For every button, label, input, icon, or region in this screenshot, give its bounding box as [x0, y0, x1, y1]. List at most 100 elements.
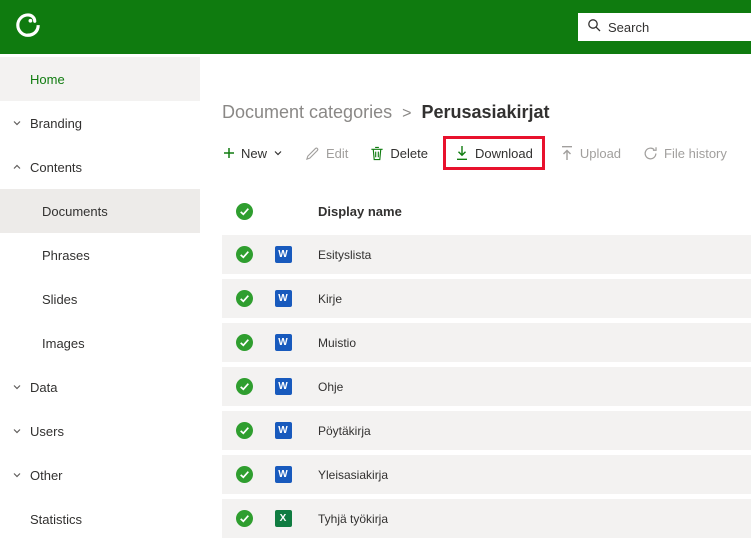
documents-table: Display name WEsityslistaWKirjeWMuistioW…: [222, 195, 751, 538]
file-history-button-label: File history: [664, 146, 727, 161]
chevron-down-icon: [12, 118, 30, 128]
table-row[interactable]: W Esityslista: [222, 235, 751, 274]
breadcrumb-separator-icon: >: [402, 105, 411, 122]
trash-icon: [370, 146, 384, 161]
column-header-display-name[interactable]: Display name: [318, 204, 402, 219]
row-selected-check-icon[interactable]: [222, 422, 266, 439]
file-display-name[interactable]: Tyhjä työkirja: [318, 512, 388, 526]
file-display-name[interactable]: Kirje: [318, 292, 342, 306]
row-selected-check-icon[interactable]: [222, 510, 266, 527]
sidebar-item-other[interactable]: Other: [0, 453, 200, 497]
main-content: Document categories > Perusasiakirjat New …: [200, 54, 751, 554]
sidebar-item-home[interactable]: Home: [0, 57, 200, 101]
edit-button-label: Edit: [326, 146, 348, 161]
sidebar-item-label: Data: [30, 380, 57, 395]
sidebar-item-label: Images: [42, 336, 85, 351]
table-row[interactable]: W Kirje: [222, 279, 751, 318]
download-button[interactable]: Download: [446, 139, 542, 167]
row-selected-check-icon[interactable]: [222, 290, 266, 307]
sidebar-item-label: Home: [30, 72, 65, 87]
sidebar-item-images[interactable]: Images: [0, 321, 200, 365]
word-file-icon-glyph: W: [275, 422, 292, 439]
table-row[interactable]: W Ohje: [222, 367, 751, 406]
sidebar-item-branding[interactable]: Branding: [0, 101, 200, 145]
search-placeholder: Search: [608, 20, 649, 35]
edit-button[interactable]: Edit: [296, 140, 357, 167]
search-icon: [587, 18, 601, 37]
file-display-name[interactable]: Muistio: [318, 336, 356, 350]
breadcrumb-parent[interactable]: Document categories: [222, 102, 392, 122]
file-display-name[interactable]: Ohje: [318, 380, 343, 394]
sidebar-item-users[interactable]: Users: [0, 409, 200, 453]
delete-button[interactable]: Delete: [361, 140, 437, 167]
upload-button[interactable]: Upload: [551, 139, 630, 167]
excel-file-icon-glyph: X: [275, 510, 292, 527]
table-row[interactable]: W Muistio: [222, 323, 751, 362]
file-history-button[interactable]: File history: [634, 140, 736, 167]
sidebar-item-label: Statistics: [30, 512, 82, 527]
sidebar-item-data[interactable]: Data: [0, 365, 200, 409]
chevron-down-icon: [12, 382, 30, 392]
word-file-icon-glyph: W: [275, 246, 292, 263]
sidebar-item-label: Contents: [30, 160, 82, 175]
sidebar-item-label: Branding: [30, 116, 82, 131]
word-file-icon-glyph: W: [275, 378, 292, 395]
word-file-icon: W: [266, 334, 300, 351]
row-selected-check-icon[interactable]: [222, 466, 266, 483]
word-file-icon: W: [266, 422, 300, 439]
table-row[interactable]: X Tyhjä työkirja: [222, 499, 751, 538]
table-row[interactable]: W Yleisasiakirja: [222, 455, 751, 494]
word-file-icon: W: [266, 290, 300, 307]
file-display-name[interactable]: Pöytäkirja: [318, 424, 371, 438]
download-icon: [455, 145, 469, 161]
word-file-icon: W: [266, 466, 300, 483]
table-row[interactable]: W Pöytäkirja: [222, 411, 751, 450]
row-selected-check-icon[interactable]: [222, 378, 266, 395]
sidebar-item-phrases[interactable]: Phrases: [0, 233, 200, 277]
sidebar-item-label: Slides: [42, 292, 77, 307]
search-box[interactable]: Search: [578, 13, 751, 41]
row-selected-check-icon[interactable]: [222, 246, 266, 263]
new-button[interactable]: New: [214, 140, 292, 167]
row-selected-check-icon[interactable]: [222, 334, 266, 351]
delete-button-label: Delete: [390, 146, 428, 161]
chameleon-icon: [10, 7, 46, 48]
word-file-icon: W: [266, 378, 300, 395]
sidebar-item-statistics[interactable]: Statistics: [0, 497, 200, 541]
table-header-row: Display name: [222, 195, 751, 227]
word-file-icon-glyph: W: [275, 334, 292, 351]
sidebar-item-slides[interactable]: Slides: [0, 277, 200, 321]
chevron-down-icon: [273, 148, 283, 158]
select-all-check-icon[interactable]: [222, 203, 266, 220]
top-bar: Search: [0, 0, 751, 54]
table-body: W Esityslista W Kirje W Muistio W Ohje W Pöytäkir…: [222, 235, 751, 538]
upload-icon: [560, 145, 574, 161]
word-file-icon-glyph: W: [275, 466, 292, 483]
sidebar-item-label: Documents: [42, 204, 108, 219]
annotation-highlight-box: Download: [443, 136, 545, 170]
breadcrumb: Document categories > Perusasiakirjat: [222, 102, 751, 123]
download-button-label: Download: [475, 146, 533, 161]
word-file-icon: W: [266, 246, 300, 263]
plus-icon: [223, 147, 235, 159]
new-button-label: New: [241, 146, 267, 161]
app-logo[interactable]: [0, 0, 56, 54]
history-icon: [643, 146, 658, 161]
sidebar-item-label: Other: [30, 468, 63, 483]
sidebar: Home Branding Contents Documents Phrases Slid…: [0, 54, 200, 554]
file-display-name[interactable]: Esityslista: [318, 248, 371, 262]
chevron-down-icon: [12, 426, 30, 436]
pencil-icon: [305, 146, 320, 161]
chevron-down-icon: [12, 470, 30, 480]
breadcrumb-current: Perusasiakirjat: [421, 102, 549, 122]
sidebar-item-label: Users: [30, 424, 64, 439]
sidebar-item-label: Phrases: [42, 248, 90, 263]
excel-file-icon: X: [266, 510, 300, 527]
upload-button-label: Upload: [580, 146, 621, 161]
file-display-name[interactable]: Yleisasiakirja: [318, 468, 388, 482]
sidebar-item-contents[interactable]: Contents: [0, 145, 200, 189]
word-file-icon-glyph: W: [275, 290, 292, 307]
chevron-up-icon: [12, 162, 30, 172]
toolbar: New Edit Delete: [214, 136, 751, 170]
sidebar-item-documents[interactable]: Documents: [0, 189, 200, 233]
